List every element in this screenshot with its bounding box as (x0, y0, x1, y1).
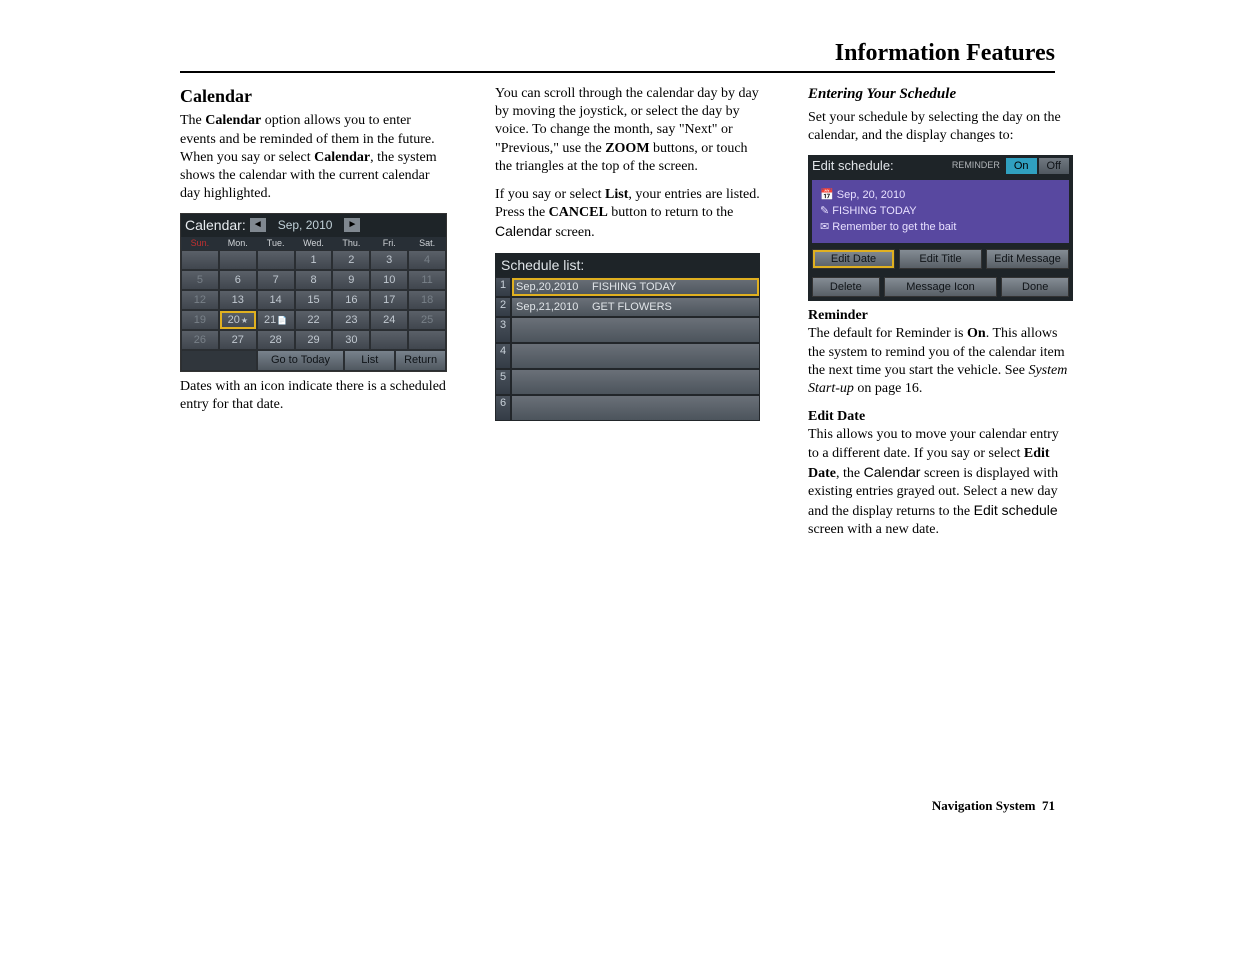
done-button[interactable]: Done (1001, 277, 1069, 297)
list-row-number: 5 (495, 369, 511, 395)
calendar-day[interactable]: 25 (408, 310, 446, 330)
list-row-number: 2 (495, 297, 511, 317)
edit-date-value: 📅 Sep, 20, 2010 (820, 188, 1061, 202)
calendar-day[interactable]: 21📄 (257, 310, 295, 330)
edit-message-button[interactable]: Edit Message (986, 249, 1069, 269)
calendar-day[interactable]: 20★ (219, 310, 257, 330)
schedule-list-title: Schedule list: (495, 253, 760, 277)
schedule-list-item (511, 317, 760, 343)
page-title: Information Features (180, 40, 1055, 73)
schedule-list-item (511, 343, 760, 369)
calendar-day[interactable]: 24 (370, 310, 408, 330)
col1-para1: The Calendar option allows you to enter … (180, 112, 447, 203)
calendar-day (181, 250, 219, 270)
edit-schedule-screenshot: Edit schedule: REMINDER On Off 📅 Sep, 20… (808, 155, 1073, 301)
heading-reminder: Reminder (808, 307, 1073, 325)
col2-para1: You can scroll through the calendar day … (495, 85, 760, 176)
calendar-day[interactable]: 27 (219, 330, 257, 350)
col1-para2: Dates with an icon indicate there is a s… (180, 378, 447, 414)
list-row-number: 3 (495, 317, 511, 343)
calendar-day[interactable]: 2 (332, 250, 370, 270)
calendar-day[interactable]: 7 (257, 270, 295, 290)
heading-entering-schedule: Entering Your Schedule (808, 85, 1073, 105)
list-button[interactable]: List (344, 350, 395, 370)
heading-edit-date: Edit Date (808, 408, 1073, 426)
calendar-day[interactable]: 3 (370, 250, 408, 270)
schedule-list-item (511, 395, 760, 421)
calendar-day[interactable]: 18 (408, 290, 446, 310)
list-row-number: 4 (495, 343, 511, 369)
day-headers: Sun. Mon. Tue. Wed. Thu. Fri. Sat. (181, 237, 446, 251)
calendar-label: Calendar: (185, 216, 246, 234)
calendar-day[interactable]: 17 (370, 290, 408, 310)
list-row-number: 6 (495, 395, 511, 421)
calendar-day[interactable]: 5 (181, 270, 219, 290)
col2-para2: If you say or select List, your entries … (495, 186, 760, 243)
calendar-day[interactable]: 13 (219, 290, 257, 310)
schedule-list-item (511, 369, 760, 395)
calendar-day[interactable]: 9 (332, 270, 370, 290)
schedule-list-item[interactable]: Sep,21,2010GET FLOWERS (511, 297, 760, 317)
col3-para3: This allows you to move your calendar en… (808, 426, 1073, 539)
reminder-off-button[interactable]: Off (1039, 158, 1069, 174)
calendar-day[interactable]: 29 (295, 330, 333, 350)
list-row-number: 1 (495, 277, 511, 297)
schedule-icon: ★ (241, 316, 248, 325)
return-button[interactable]: Return (395, 350, 446, 370)
schedule-list-screenshot: Schedule list: 1Sep,20,2010FISHING TODAY… (495, 253, 760, 422)
calendar-screenshot: Calendar: ◄ Sep, 2010 ► Sun. Mon. Tue. W… (180, 213, 447, 371)
calendar-day[interactable]: 1 (295, 250, 333, 270)
calendar-day[interactable]: 15 (295, 290, 333, 310)
message-icon-button[interactable]: Message Icon (884, 277, 998, 297)
calendar-day[interactable]: 10 (370, 270, 408, 290)
month-label: Sep, 2010 (270, 218, 341, 234)
delete-button[interactable]: Delete (812, 277, 880, 297)
calendar-day[interactable]: 23 (332, 310, 370, 330)
reminder-on-button[interactable]: On (1006, 158, 1037, 174)
calendar-day[interactable]: 8 (295, 270, 333, 290)
edit-date-button[interactable]: Edit Date (812, 249, 895, 269)
calendar-day[interactable]: 11 (408, 270, 446, 290)
schedule-list-item[interactable]: Sep,20,2010FISHING TODAY (511, 277, 760, 297)
col3-para1: Set your schedule by selecting the day o… (808, 109, 1073, 145)
calendar-day[interactable]: 19 (181, 310, 219, 330)
calendar-day[interactable]: 16 (332, 290, 370, 310)
column-3: Entering Your Schedule Set your schedule… (808, 85, 1073, 550)
calendar-day[interactable]: 22 (295, 310, 333, 330)
go-to-today-button[interactable]: Go to Today (257, 350, 345, 370)
calendar-day[interactable]: 26 (181, 330, 219, 350)
next-month-button[interactable]: ► (344, 218, 360, 232)
calendar-day (370, 330, 408, 350)
calendar-day[interactable]: 30 (332, 330, 370, 350)
calendar-day[interactable]: 12 (181, 290, 219, 310)
edit-body: 📅 Sep, 20, 2010 ✎ FISHING TODAY ✉ Rememb… (812, 180, 1069, 243)
col3-para2: The default for Reminder is On. This all… (808, 325, 1073, 398)
calendar-day[interactable]: 28 (257, 330, 295, 350)
heading-calendar: Calendar (180, 85, 447, 108)
calendar-day[interactable]: 4 (408, 250, 446, 270)
prev-month-button[interactable]: ◄ (250, 218, 266, 232)
page-footer: Navigation System 71 (932, 798, 1055, 814)
column-1: Calendar The Calendar option allows you … (180, 85, 447, 550)
calendar-day[interactable]: 14 (257, 290, 295, 310)
calendar-day[interactable]: 6 (219, 270, 257, 290)
schedule-icon: 📄 (277, 316, 287, 325)
calendar-day (257, 250, 295, 270)
edit-schedule-title: Edit schedule: (812, 158, 952, 175)
edit-title-button[interactable]: Edit Title (899, 249, 982, 269)
edit-message-value: ✉ Remember to get the bait (820, 220, 1061, 234)
reminder-label: REMINDER (952, 160, 1000, 172)
column-2: You can scroll through the calendar day … (495, 85, 760, 550)
calendar-day (219, 250, 257, 270)
edit-title-value: ✎ FISHING TODAY (820, 204, 1061, 218)
calendar-day (408, 330, 446, 350)
